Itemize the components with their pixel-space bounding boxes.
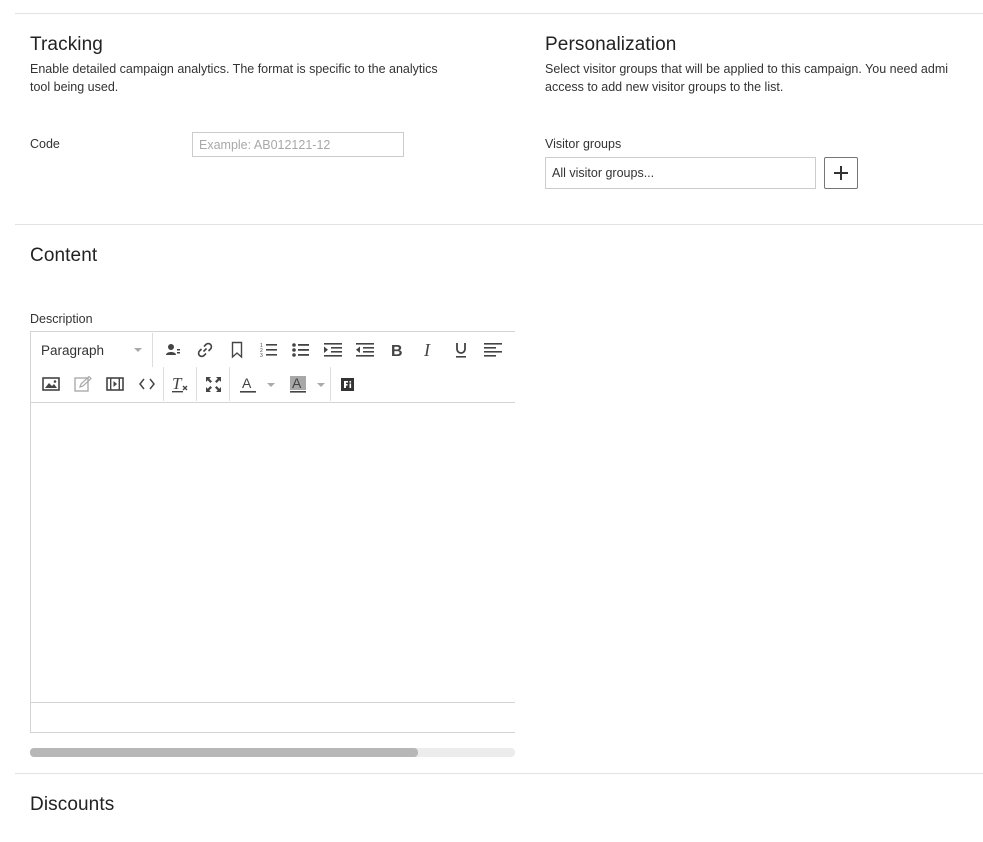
indent-button[interactable]: [317, 336, 349, 364]
underline-icon: [456, 343, 466, 358]
italic-icon: I: [423, 341, 431, 359]
chevron-down-icon: [317, 383, 325, 387]
link-button[interactable]: [189, 336, 221, 364]
clear-formatting-button[interactable]: T: [164, 370, 196, 398]
chevron-down-icon: [134, 348, 142, 352]
personalization-title: Personalization: [545, 34, 677, 55]
rich-text-editor: Paragraph 1 2 3 B I T A A: [30, 331, 515, 733]
svg-text:A: A: [242, 375, 252, 391]
indent-icon: [324, 343, 342, 357]
source-code-icon: [139, 378, 155, 390]
format-select[interactable]: Paragraph: [31, 333, 153, 367]
editor-toolbar-row2: T A A: [35, 367, 363, 401]
text-color-button[interactable]: A: [230, 370, 280, 398]
tracking-title: Tracking: [30, 34, 103, 55]
outdent-icon: [356, 343, 374, 357]
chevron-down-icon: [267, 383, 275, 387]
numbered-list-icon: 1 2 3: [260, 343, 277, 358]
bookmark-button[interactable]: [221, 336, 253, 364]
tracking-description: Enable detailed campaign analytics. The …: [30, 60, 438, 96]
text-color-icon: A: [240, 375, 256, 393]
visitor-groups-input[interactable]: [545, 157, 816, 189]
svg-text:T: T: [172, 375, 183, 393]
align-left-button[interactable]: [477, 336, 509, 364]
underline-button[interactable]: [445, 336, 477, 364]
visitor-groups-label: Visitor groups: [545, 137, 622, 151]
add-visitor-group-button[interactable]: [824, 157, 858, 189]
bulleted-list-button[interactable]: [285, 336, 317, 364]
bookmark-icon: [231, 341, 243, 359]
fullscreen-button[interactable]: [197, 370, 229, 398]
svg-text:3: 3: [260, 353, 263, 358]
editor-toolbar-row1: Paragraph 1 2 3 B I: [31, 333, 509, 367]
edit-image-button[interactable]: [67, 370, 99, 398]
content-title: Content: [30, 245, 98, 266]
svg-text:B: B: [391, 343, 403, 358]
source-code-button[interactable]: [131, 370, 163, 398]
insert-block-icon: [340, 377, 354, 391]
section-divider: [15, 773, 983, 774]
top-divider: [15, 13, 983, 14]
bold-button[interactable]: B: [381, 336, 413, 364]
code-input[interactable]: [192, 132, 404, 157]
tracking-description-line2: tool being used.: [30, 80, 119, 94]
clear-formatting-icon: T: [172, 375, 188, 393]
link-icon: [197, 342, 213, 358]
insert-media-icon: [106, 377, 124, 391]
italic-button[interactable]: I: [413, 336, 445, 364]
numbered-list-button[interactable]: 1 2 3: [253, 336, 285, 364]
horizontal-scrollbar[interactable]: [30, 748, 515, 757]
background-color-button[interactable]: A: [280, 370, 330, 398]
code-label: Code: [30, 137, 60, 151]
insert-block-button[interactable]: [331, 370, 363, 398]
personalized-content-button[interactable]: [157, 336, 189, 364]
format-select-value: Paragraph: [41, 342, 105, 358]
scrollbar-thumb[interactable]: [30, 748, 418, 757]
discounts-title: Discounts: [30, 794, 115, 815]
edit-image-icon: [74, 376, 92, 392]
insert-media-button[interactable]: [99, 370, 131, 398]
svg-text:A: A: [292, 375, 302, 391]
fullscreen-icon: [205, 376, 221, 392]
editor-status-bar: [31, 702, 515, 732]
background-color-icon: A: [290, 375, 306, 393]
outdent-button[interactable]: [349, 336, 381, 364]
insert-image-button[interactable]: [35, 370, 67, 398]
insert-image-icon: [42, 377, 60, 391]
section-divider: [15, 224, 983, 225]
personalization-description-line2: access to add new visitor groups to the …: [545, 80, 784, 94]
bold-icon: B: [391, 343, 403, 358]
align-left-icon: [484, 343, 502, 357]
bulleted-list-icon: [292, 343, 309, 357]
personalized-content-icon: [166, 344, 180, 355]
description-label: Description: [30, 312, 93, 326]
personalization-description-line1: Select visitor groups that will be appli…: [545, 62, 949, 76]
personalization-description: Select visitor groups that will be appli…: [545, 60, 948, 96]
editor-content-area[interactable]: [31, 402, 515, 703]
svg-text:I: I: [423, 341, 431, 359]
tracking-description-line1: Enable detailed campaign analytics. The …: [30, 62, 438, 76]
plus-icon: [834, 166, 848, 180]
